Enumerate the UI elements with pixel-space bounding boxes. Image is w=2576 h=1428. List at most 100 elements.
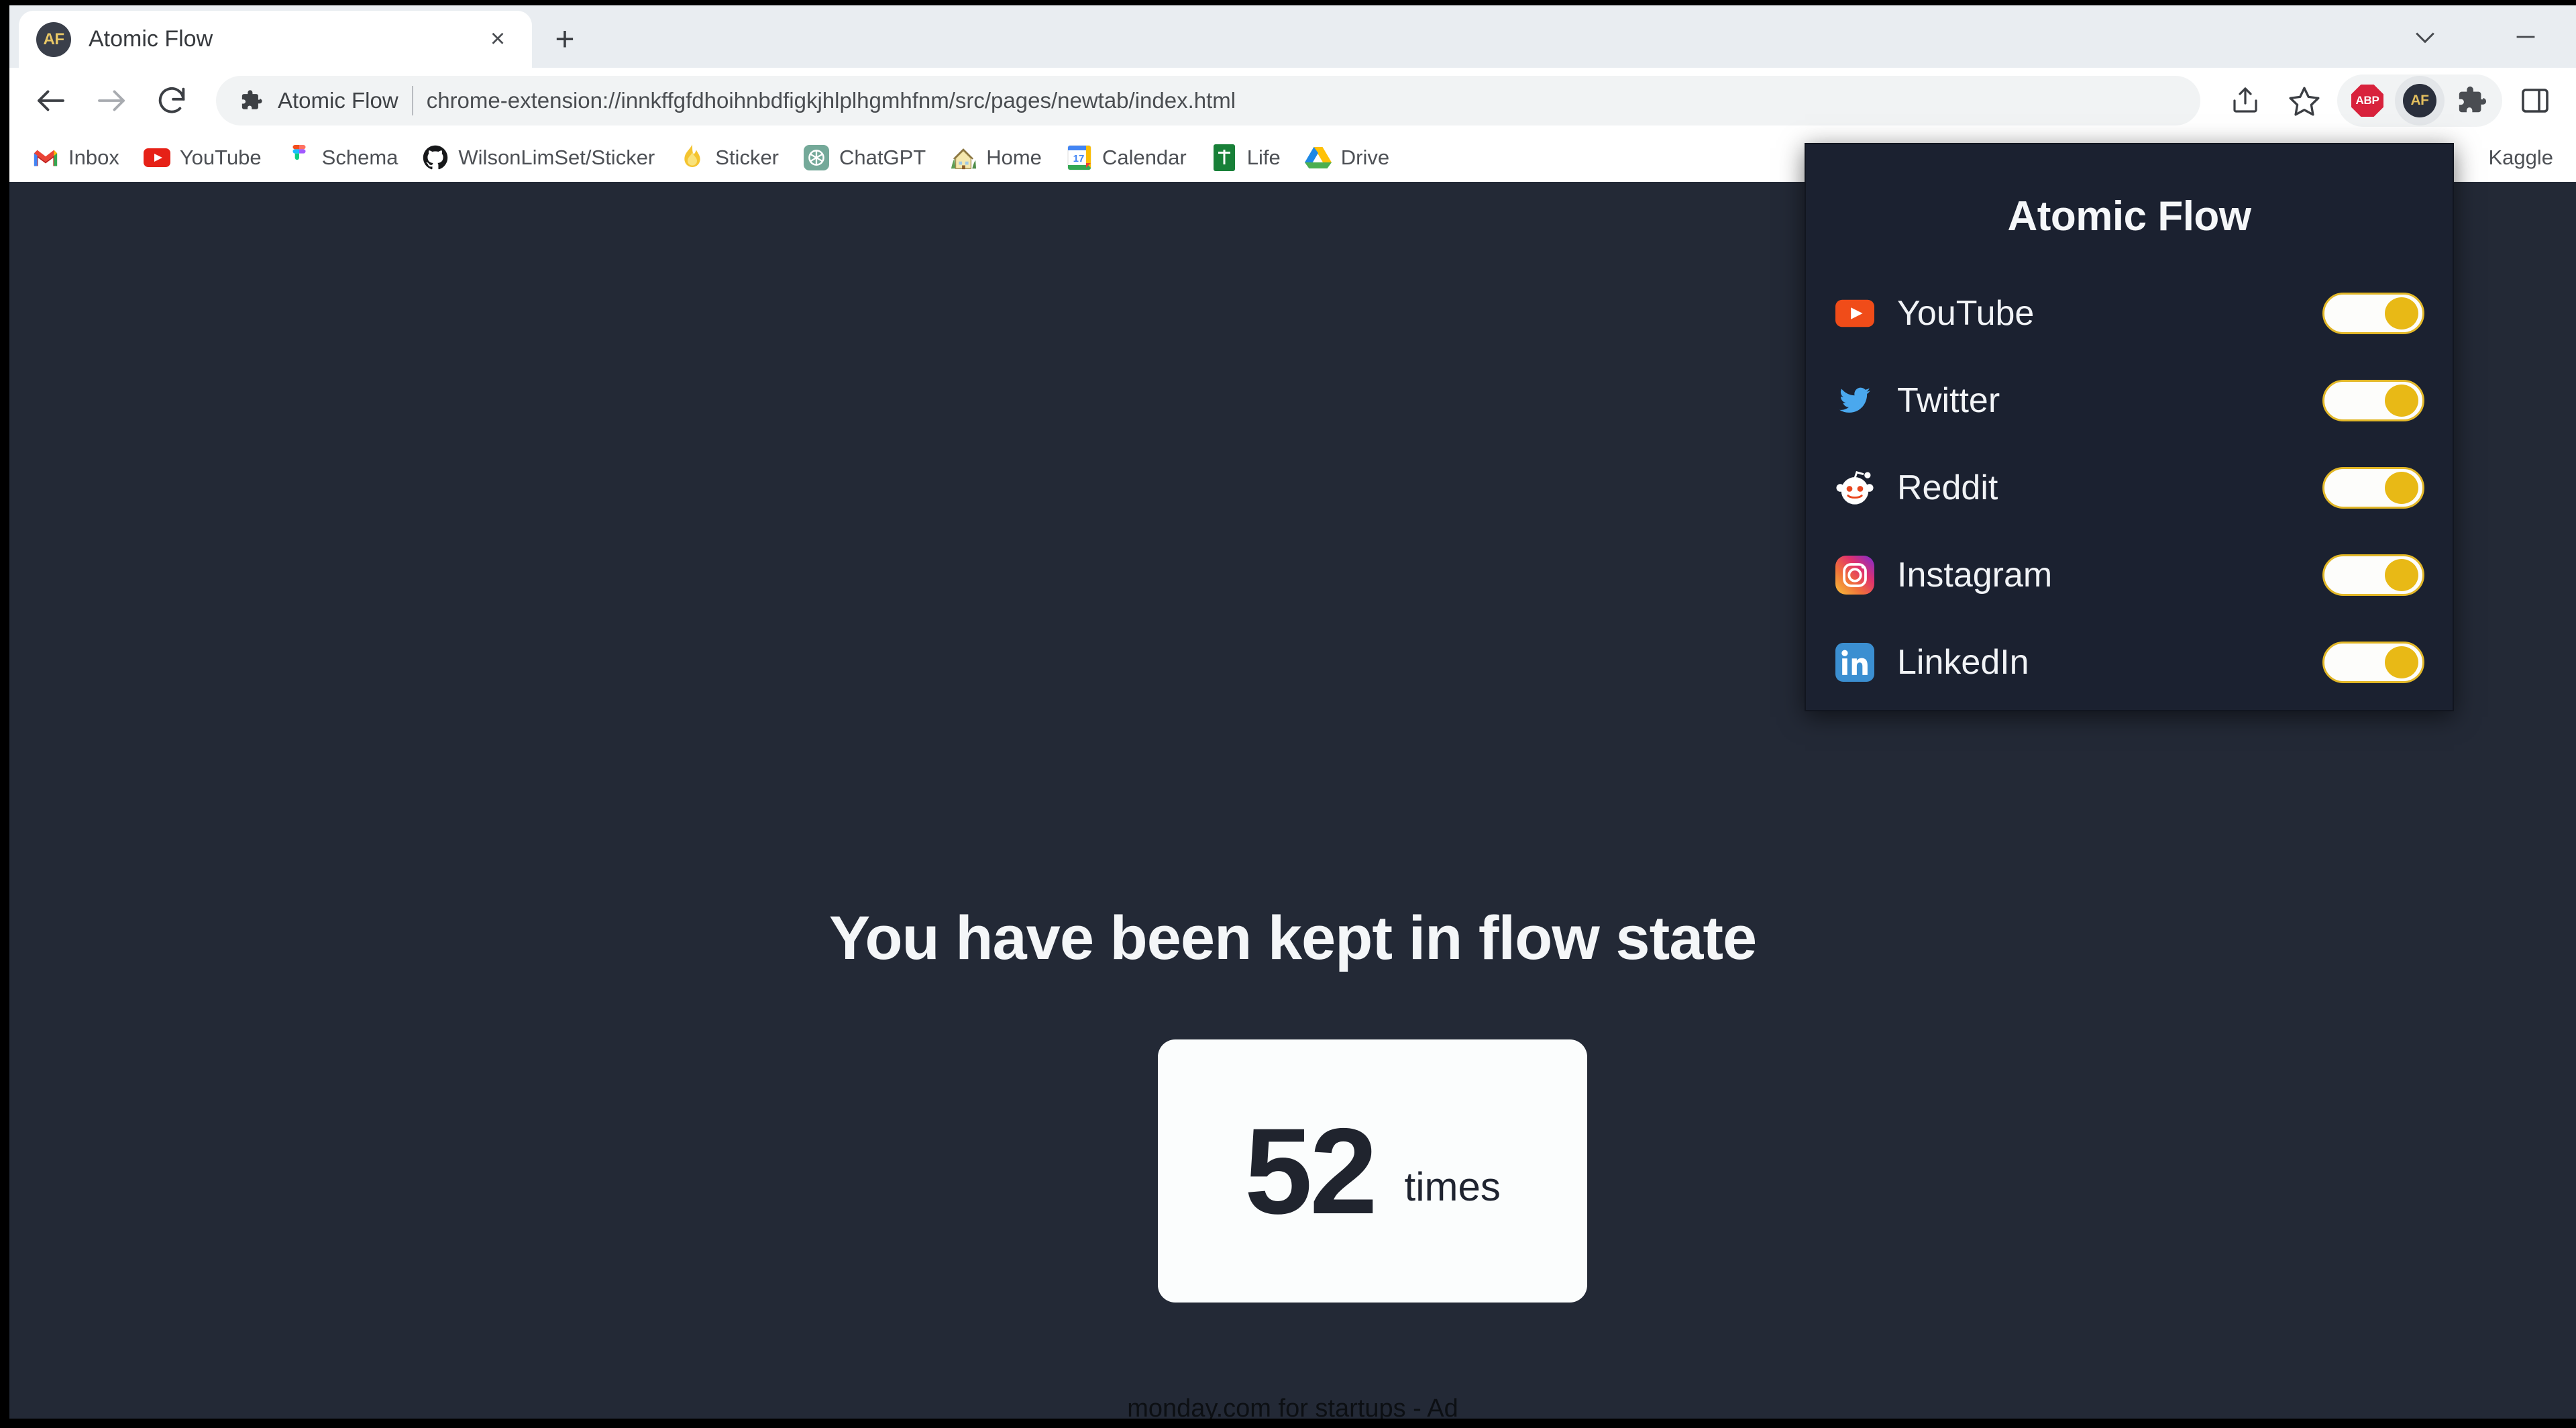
- omnibox-url-text: chrome-extension://innkffgfdhoihnbdfigkj…: [426, 88, 1236, 113]
- bookmark-label: Schema: [321, 146, 398, 169]
- new-tab-button[interactable]: +: [544, 18, 586, 60]
- toggle-knob: [2385, 646, 2418, 678]
- browser-toolbar: Atomic Flow chrome-extension://innkffgfd…: [9, 68, 2576, 134]
- github-icon: [422, 144, 449, 171]
- flame-icon: [679, 144, 706, 171]
- site-row-reddit[interactable]: Reddit: [1834, 444, 2424, 531]
- toggle-reddit[interactable]: [2322, 467, 2424, 509]
- toggle-instagram[interactable]: [2322, 554, 2424, 596]
- bookmark-home[interactable]: Home: [938, 138, 1054, 178]
- google-sheets-icon: [1211, 144, 1238, 171]
- popup-title: Atomic Flow: [2007, 193, 2251, 240]
- abp-icon: ABP: [2351, 85, 2383, 117]
- chevron-down-icon: [2416, 32, 2434, 43]
- linkedin-icon: [1834, 642, 1876, 683]
- minimize-icon: [2516, 36, 2535, 38]
- chatgpt-icon: [803, 144, 830, 171]
- atomic-flow-popup: Atomic Flow YouTube Twitter Reddit Insta…: [1805, 143, 2454, 711]
- extensions-menu-button[interactable]: [2447, 76, 2497, 125]
- bookmark-label: WilsonLimSet/Sticker: [458, 146, 655, 169]
- bookmark-label: Kaggle: [2488, 146, 2553, 169]
- reddit-icon: [1834, 467, 1876, 509]
- adblock-plus-extension-button[interactable]: ABP: [2343, 76, 2392, 125]
- site-label: Reddit: [1897, 468, 1998, 507]
- bookmark-label: Sticker: [715, 146, 780, 169]
- toggle-knob: [2385, 472, 2418, 504]
- bookmark-inbox[interactable]: Inbox: [20, 138, 131, 178]
- bookmark-wilsonlimset-sticker[interactable]: WilsonLimSet/Sticker: [410, 138, 667, 178]
- atomic-flow-icon: AF: [2403, 84, 2436, 117]
- instagram-icon: [1834, 554, 1876, 596]
- minimize-button[interactable]: [2475, 5, 2576, 68]
- toggle-twitter[interactable]: [2322, 380, 2424, 421]
- site-row-instagram[interactable]: Instagram: [1834, 531, 2424, 619]
- bookmark-label: ChatGPT: [839, 146, 926, 169]
- puzzle-piece-icon: [2459, 86, 2487, 113]
- toggle-knob: [2385, 559, 2418, 591]
- omnibox-separator: [411, 86, 413, 115]
- page-title: You have been kept in flow state: [828, 904, 1757, 972]
- google-calendar-icon: 17: [1066, 144, 1093, 171]
- close-icon[interactable]: ×: [481, 23, 515, 56]
- bookmark-sticker[interactable]: Sticker: [667, 138, 791, 178]
- blocked-sites-list: YouTube Twitter Reddit Instagram LinkedI…: [1806, 270, 2453, 706]
- bookmark-star-button[interactable]: [2278, 74, 2330, 127]
- forward-button[interactable]: [85, 74, 138, 128]
- youtube-icon: [143, 144, 170, 171]
- bookmark-label: Drive: [1340, 146, 1390, 169]
- svg-text:17: 17: [1073, 153, 1085, 164]
- site-row-linkedin[interactable]: LinkedIn: [1834, 619, 2424, 706]
- omnibox-extension-name: Atomic Flow: [278, 88, 398, 113]
- site-label: Twitter: [1897, 381, 2000, 420]
- side-panel-button[interactable]: [2509, 74, 2561, 127]
- reload-button[interactable]: [145, 74, 199, 128]
- bookmark-label: Life: [1246, 146, 1281, 169]
- flow-count-number: 52: [1244, 1103, 1377, 1239]
- bookmark-schema[interactable]: Schema: [274, 138, 411, 178]
- gmail-icon: [32, 144, 59, 171]
- back-button[interactable]: [24, 74, 78, 128]
- site-row-youtube[interactable]: YouTube: [1834, 270, 2424, 357]
- window-controls: [2375, 5, 2576, 68]
- share-icon: [2233, 87, 2257, 113]
- toggle-youtube[interactable]: [2322, 293, 2424, 334]
- back-arrow-icon: [38, 90, 64, 111]
- share-button[interactable]: [2219, 74, 2271, 127]
- forward-arrow-icon: [98, 90, 125, 111]
- reload-icon: [158, 87, 185, 113]
- toggle-linkedin[interactable]: [2322, 642, 2424, 683]
- tab-search-button[interactable]: [2375, 5, 2475, 68]
- site-label: LinkedIn: [1897, 643, 2029, 682]
- browser-tab[interactable]: AF Atomic Flow ×: [19, 11, 532, 68]
- google-drive-icon: [1304, 144, 1332, 171]
- tab-strip: AF Atomic Flow × +: [9, 5, 2576, 68]
- bookmark-life[interactable]: Life: [1199, 138, 1293, 178]
- flow-count-unit: times: [1404, 1164, 1501, 1209]
- ad-strip-text: monday.com for startups - Ad: [1127, 1394, 1458, 1419]
- side-panel-icon: [2522, 89, 2548, 113]
- bookmark-calendar[interactable]: 17 Calendar: [1054, 138, 1199, 178]
- toggle-knob: [2385, 297, 2418, 329]
- toggle-knob: [2385, 385, 2418, 417]
- puzzle-piece-icon: [239, 88, 264, 113]
- tab-favicon-icon: AF: [36, 21, 71, 57]
- browser-window: AF Atomic Flow × + Atomic Flow chrome-ex…: [0, 0, 2576, 1428]
- twitter-icon: [1834, 380, 1876, 421]
- extension-icons-group: ABP AF: [2337, 74, 2502, 127]
- site-label: Instagram: [1897, 556, 2053, 595]
- bookmark-drive[interactable]: Drive: [1293, 138, 1401, 178]
- bookmark-label: YouTube: [179, 146, 262, 169]
- house-icon: [950, 144, 977, 171]
- bookmark-chatgpt[interactable]: ChatGPT: [791, 138, 938, 178]
- address-bar[interactable]: Atomic Flow chrome-extension://innkffgfd…: [216, 76, 2200, 125]
- figma-icon: [286, 144, 313, 171]
- atomic-flow-extension-button[interactable]: AF: [2395, 76, 2445, 125]
- star-icon: [2289, 87, 2320, 116]
- bookmark-kaggle[interactable]: Kaggle: [2476, 138, 2565, 178]
- bookmark-youtube[interactable]: YouTube: [131, 138, 274, 178]
- flow-count-card: 52 times: [1158, 1039, 1587, 1303]
- site-row-twitter[interactable]: Twitter: [1834, 357, 2424, 444]
- bookmark-label: Calendar: [1102, 146, 1187, 169]
- bookmark-label: Inbox: [68, 146, 119, 169]
- youtube-icon: [1834, 293, 1876, 334]
